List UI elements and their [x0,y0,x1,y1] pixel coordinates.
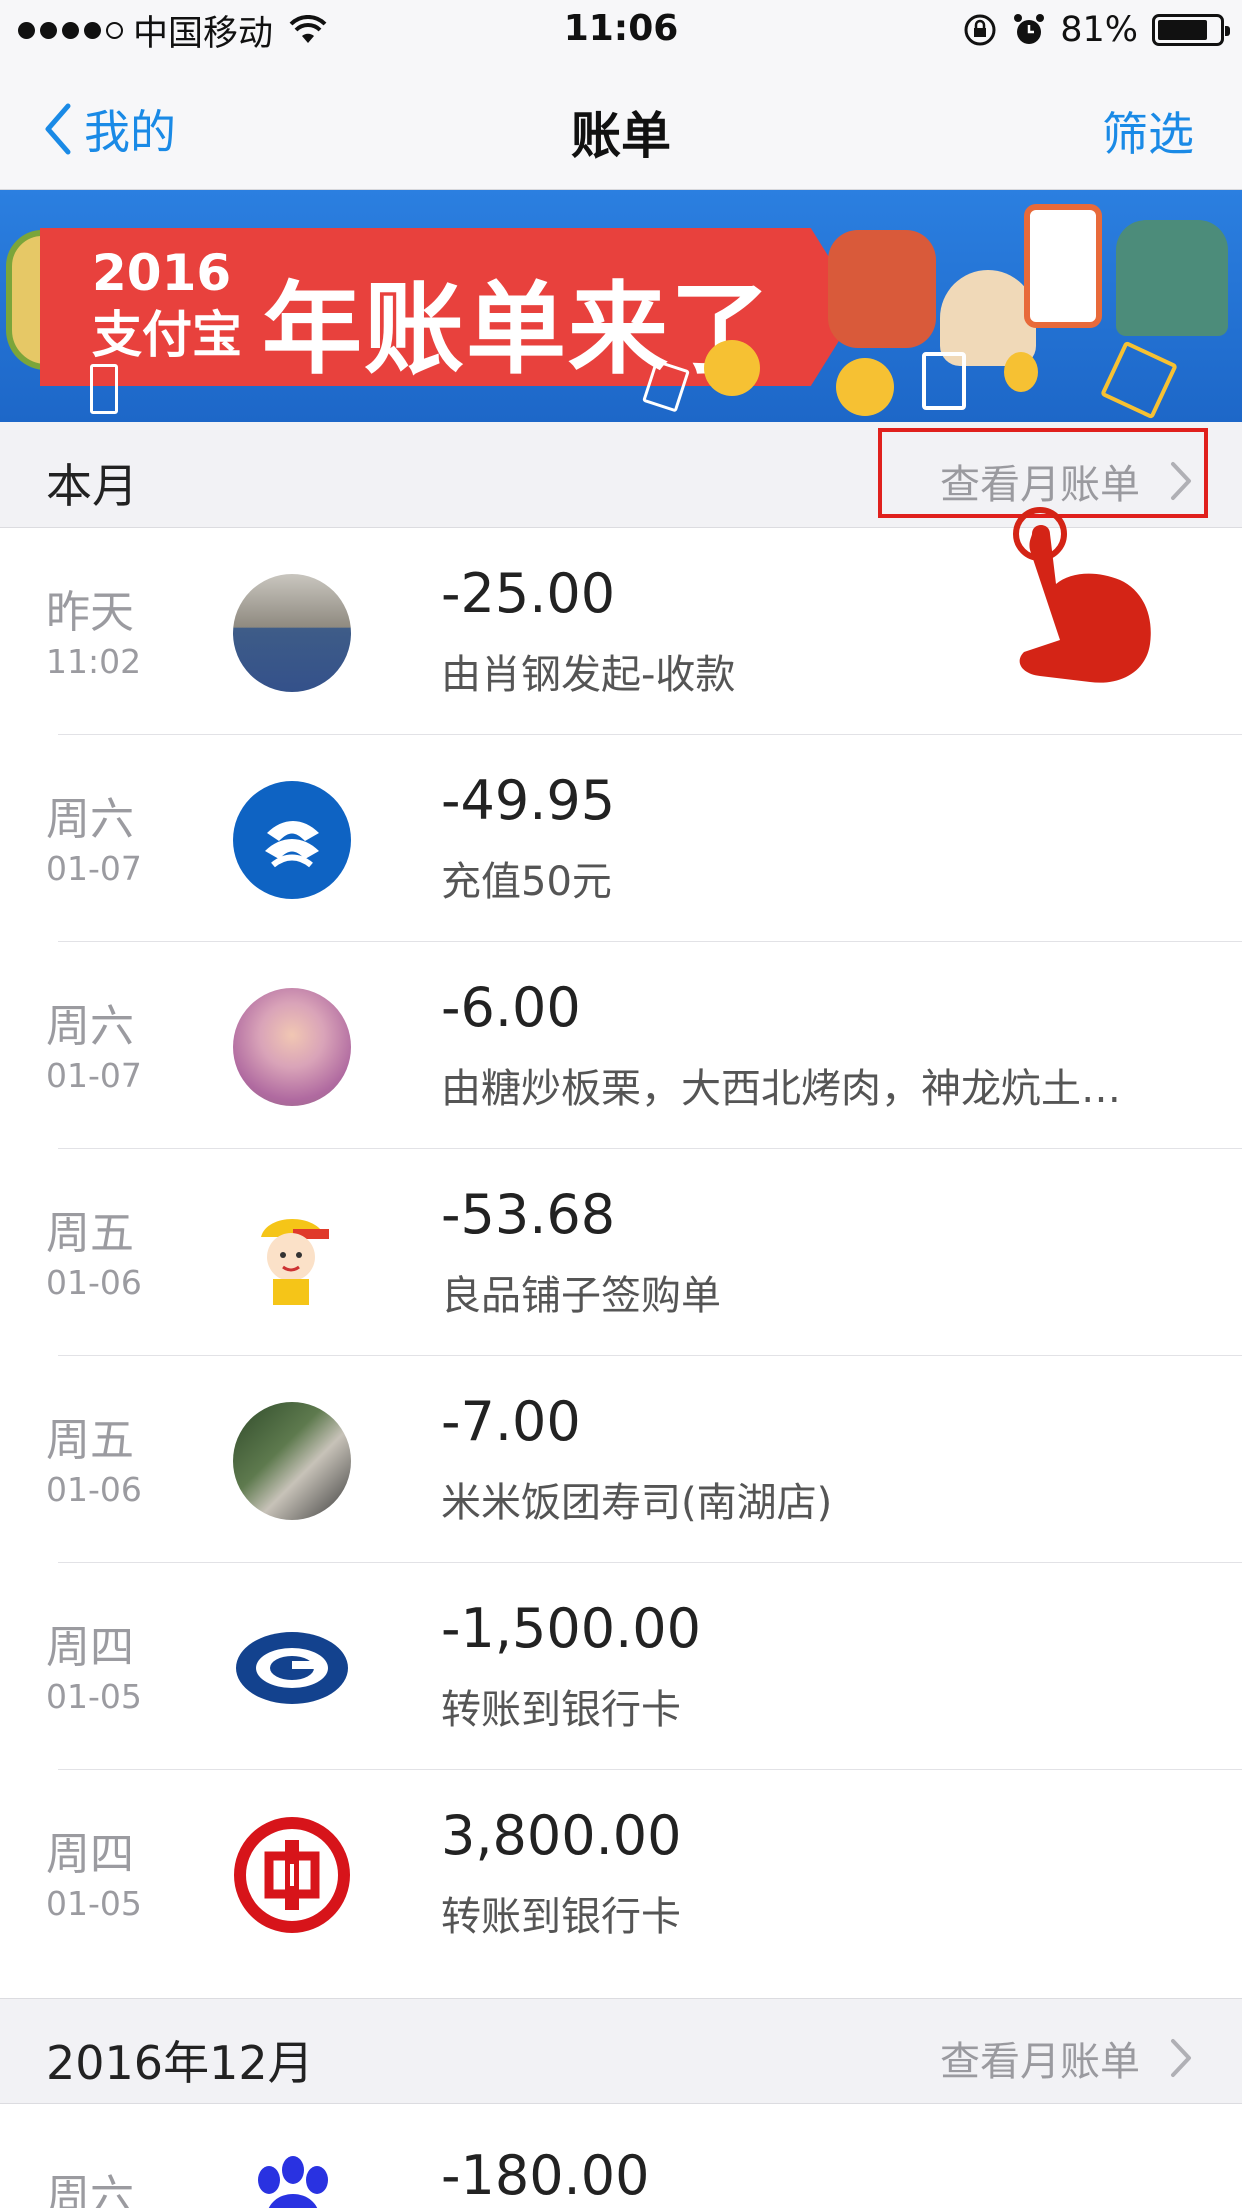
transaction-date: 01-07 [46,849,142,888]
notepad-icon [90,364,118,414]
transaction-day: 昨天 [46,587,134,638]
transaction-desc: 米米饭团寿司(南湖店) [441,1480,833,1526]
transaction-desc: 由糖炒板栗，大西北烤肉，神龙炕土… [441,1066,1121,1112]
icbc-logo-icon [233,1816,351,1934]
filter-button[interactable]: 筛选 [1102,98,1194,164]
transaction-amount: -25.00 [441,562,616,625]
nav-bar: 我的 账单 筛选 [0,62,1242,190]
banner-year-line2: 支付宝 [92,306,242,364]
transaction-date: 01-05 [46,1884,142,1923]
train-mascot-icon [1116,220,1228,336]
phone-mascot-icon [1024,204,1102,328]
coin-icon [704,340,760,396]
notepad-icon [1100,340,1178,420]
china-mobile-logo-icon [233,781,351,899]
transaction-amount: -53.68 [441,1183,616,1246]
transaction-day: 周四 [46,1622,134,1673]
transaction-day: 周六 [46,2171,134,2208]
banner-year: 2016 支付宝 [92,242,242,366]
transaction-row[interactable]: 周六 01-07 -49.95 充值50元 [0,735,1242,942]
transaction-desc: 充值50元 [441,859,612,905]
avatar [233,1402,351,1520]
avatar [233,988,351,1106]
transaction-amount: 3,800.00 [441,1804,682,1867]
transaction-desc: 由肖钢发起-收款 [441,652,736,698]
battery-icon [1152,14,1230,46]
transaction-desc: 转账到银行卡 [441,1687,681,1733]
battery-percent: 81% [1060,10,1138,50]
view-monthly-bill-link[interactable]: 查看月账单 [940,2029,1194,2087]
transaction-row[interactable]: 周四 01-05 3,800.00 转账到银行卡 [0,1770,1242,1977]
bank-logo-icon [233,1609,351,1727]
avatar [233,574,351,692]
transaction-date: 01-07 [46,1056,142,1095]
section-header-dec-2016: 2016年12月 查看月账单 [0,1998,1242,2104]
transaction-day: 周五 [46,1208,134,1259]
transaction-day: 周六 [46,794,134,845]
transaction-date: 01-06 [46,1470,142,1509]
transaction-desc: 良品铺子签购单 [441,1273,721,1319]
transaction-row[interactable]: 周六 01-07 -6.00 由糖炒板栗，大西北烤肉，神龙炕土… [0,942,1242,1149]
cartoon-mascot-icon [233,1195,351,1313]
notepad-icon [922,352,966,410]
alarm-icon [1014,14,1045,44]
view-monthly-bill-label: 查看月账单 [940,2039,1140,2085]
coin-icon [1004,352,1038,392]
transaction-amount: -7.00 [441,1390,581,1453]
transaction-row[interactable]: 周五 01-06 -7.00 米米饭团寿司(南湖店) [0,1356,1242,1563]
chevron-right-icon [1171,2039,1191,2077]
section-title: 2016年12月 [46,2036,314,2090]
page-title: 账单 [571,107,671,165]
transaction-date: 11:02 [46,642,142,681]
transaction-desc: 转账到银行卡 [441,1894,681,1940]
transaction-day: 周四 [46,1829,134,1880]
banner-year-line1: 2016 [92,244,232,302]
meat-mascot-icon [828,230,936,348]
transaction-amount: -180.00 [441,2144,650,2207]
transaction-row[interactable]: 周四 01-05 -1,500.00 转账到银行卡 [0,1563,1242,1770]
annual-bill-banner[interactable]: 2016 支付宝 年账单来了 [0,190,1242,422]
rotation-lock-icon [964,14,996,46]
paw-logo-icon [233,2150,351,2208]
status-right: 81% [962,8,1230,52]
transaction-date: 01-05 [46,1677,142,1716]
transaction-day: 周五 [46,1415,134,1466]
transaction-date: 01-06 [46,1263,142,1302]
transaction-amount: -49.95 [441,769,616,832]
transaction-amount: -1,500.00 [441,1597,701,1660]
section-title: 本月 [46,459,138,513]
transaction-row[interactable]: 周五 01-06 -53.68 良品铺子签购单 [0,1149,1242,1356]
status-bar: 中国移动 11:06 81% [0,0,1242,62]
banner-title: 年账单来了 [262,271,772,388]
coin-icon [836,358,894,416]
transaction-amount: -6.00 [441,976,581,1039]
pointing-hand-icon [1013,507,1151,683]
transaction-row[interactable]: 周六 -180.00 [0,2104,1242,2208]
transaction-day: 周六 [46,1001,134,1052]
